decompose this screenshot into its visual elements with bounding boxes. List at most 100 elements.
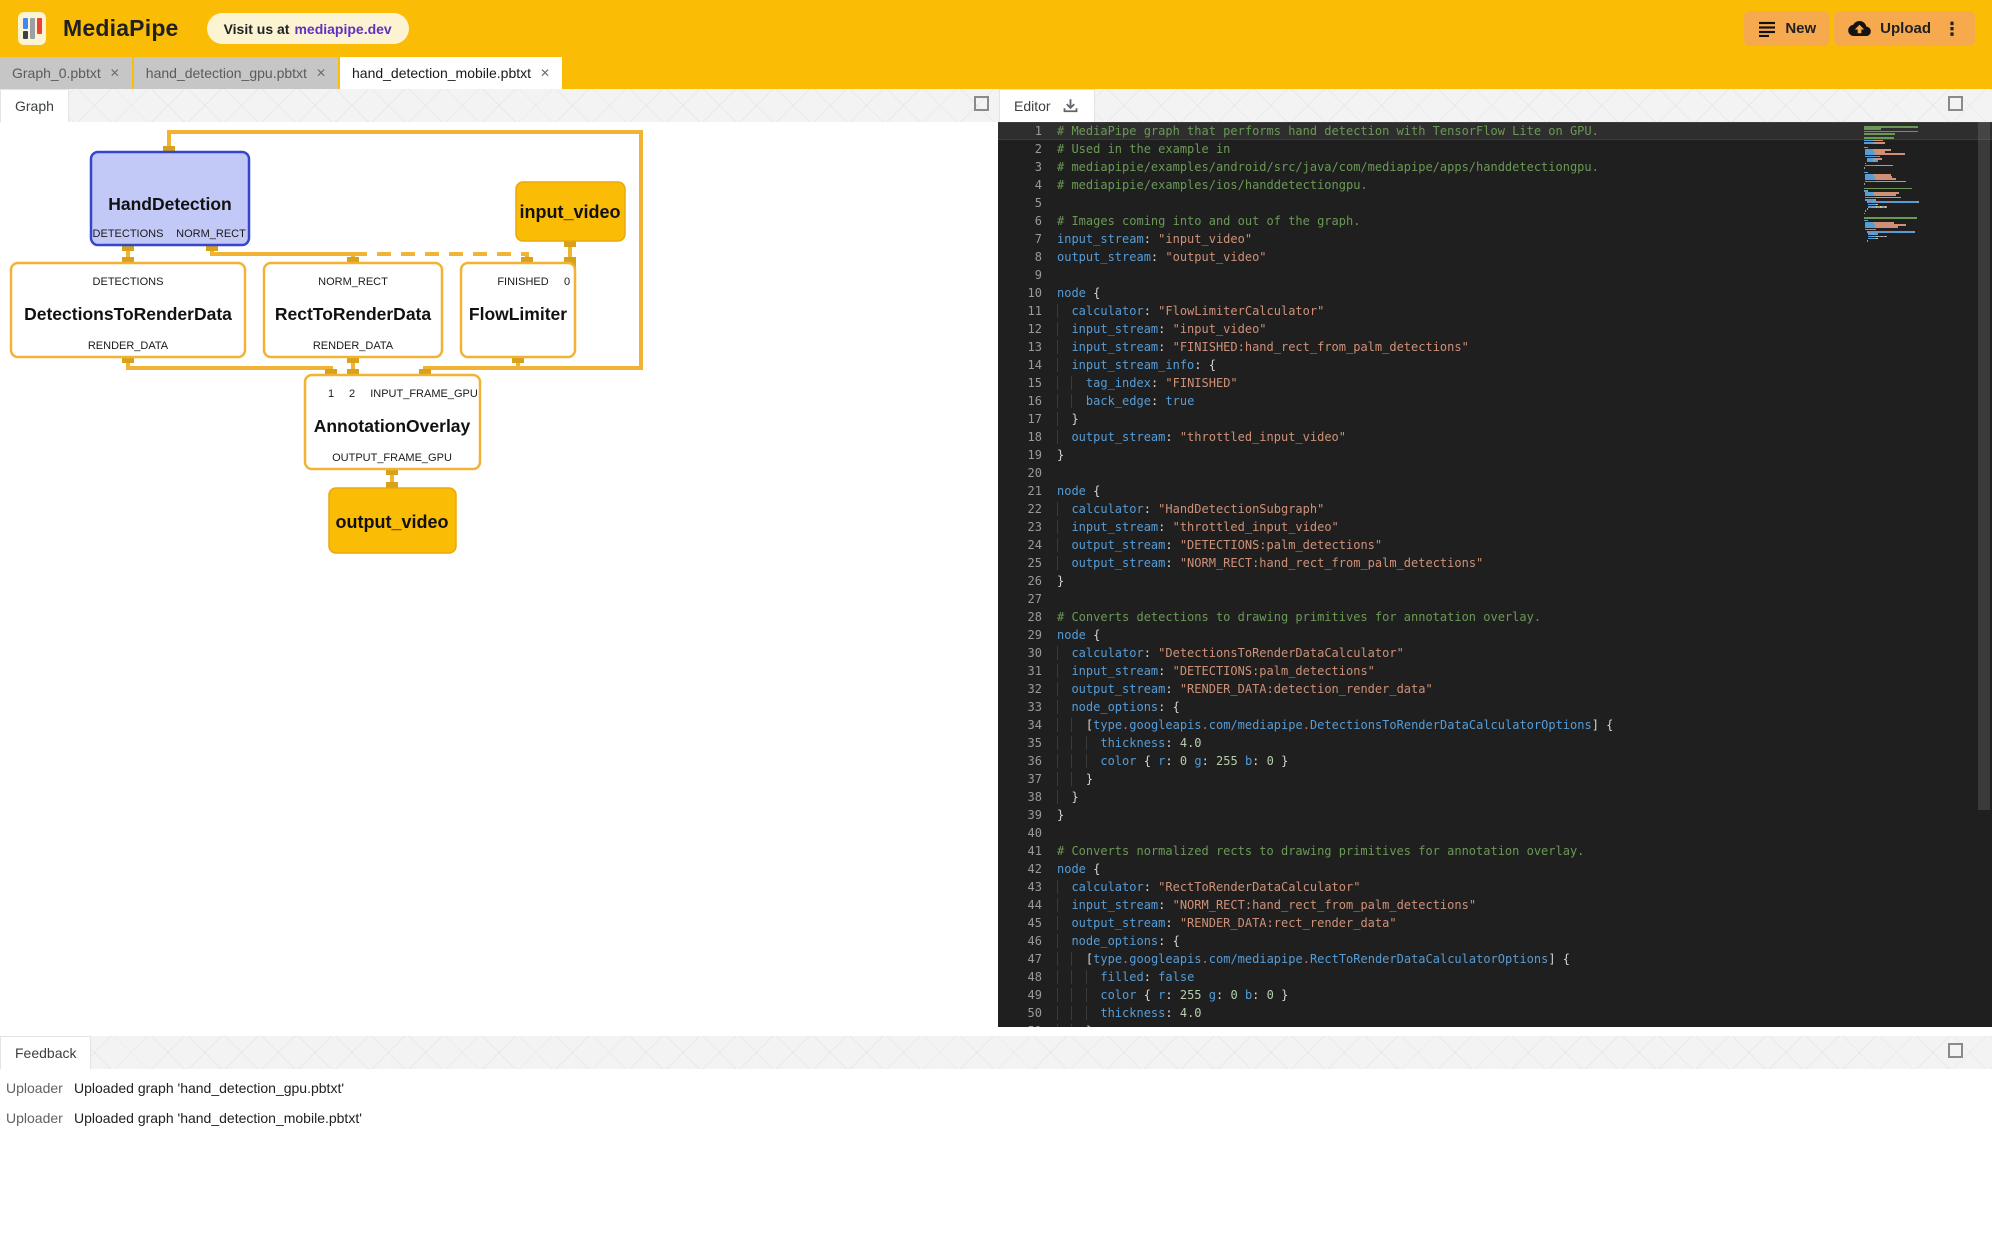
code-line[interactable]: 8output_stream: "output_video" xyxy=(998,248,1992,266)
code-line[interactable]: 27 xyxy=(998,590,1992,608)
code-line[interactable]: 17 } xyxy=(998,410,1992,428)
edge-backedge-dashed xyxy=(353,254,527,263)
line-number: 48 xyxy=(998,968,1042,986)
line-number: 44 xyxy=(998,896,1042,914)
editor-minimap[interactable] xyxy=(1864,126,1944,242)
code-line[interactable]: 9 xyxy=(998,266,1992,284)
code-line[interactable]: 14 input_stream_info: { xyxy=(998,356,1992,374)
code-line[interactable]: 38 } xyxy=(998,788,1992,806)
node-flow-limiter[interactable]: FINISHED 0 FlowLimiter xyxy=(461,263,575,357)
tab-graph[interactable]: Graph xyxy=(0,89,69,122)
code-line[interactable]: 40 xyxy=(998,824,1992,842)
line-number: 25 xyxy=(998,554,1042,572)
code-line[interactable]: 49 color { r: 255 g: 0 b: 0 } xyxy=(998,986,1992,1004)
node-rect-to-render-data[interactable]: NORM_RECT RectToRenderData RENDER_DATA xyxy=(264,263,442,357)
node-output-video[interactable]: output_video xyxy=(329,488,456,553)
file-tab-1[interactable]: hand_detection_gpu.pbtxt✕ xyxy=(134,57,338,89)
code-line[interactable]: 23 input_stream: "throttled_input_video" xyxy=(998,518,1992,536)
code-line[interactable]: 51 } xyxy=(998,1022,1992,1027)
code-line[interactable]: 19} xyxy=(998,446,1992,464)
code-line[interactable]: 18 output_stream: "throttled_input_video… xyxy=(998,428,1992,446)
file-tab-0[interactable]: Graph_0.pbtxt ✕ xyxy=(0,57,132,89)
code-line[interactable]: 47 [type.googleapis.com/mediapipe.RectTo… xyxy=(998,950,1992,968)
code-line[interactable]: 3# mediapipie/examples/android/src/java/… xyxy=(998,158,1992,176)
new-button[interactable]: New xyxy=(1744,11,1830,46)
node-input-video[interactable]: input_video xyxy=(516,182,625,241)
port-out: RENDER_DATA xyxy=(88,340,169,352)
close-tab-icon[interactable]: ✕ xyxy=(316,66,326,80)
node-title: input_video xyxy=(519,202,620,222)
code-line[interactable]: 21node { xyxy=(998,482,1992,500)
tab-editor[interactable]: Editor xyxy=(999,89,1095,122)
line-number: 15 xyxy=(998,374,1042,392)
code-line[interactable]: 1# MediaPipe graph that performs hand de… xyxy=(998,122,1992,140)
line-number: 37 xyxy=(998,770,1042,788)
code-line[interactable]: 45 output_stream: "RENDER_DATA:rect_rend… xyxy=(998,914,1992,932)
code-editor[interactable]: 1# MediaPipe graph that performs hand de… xyxy=(998,122,1992,1027)
port-in: DETECTIONS xyxy=(93,276,164,288)
code-line[interactable]: 32 output_stream: "RENDER_DATA:detection… xyxy=(998,680,1992,698)
code-line[interactable]: 43 calculator: "RectToRenderDataCalculat… xyxy=(998,878,1992,896)
code-line[interactable]: 48 filled: false xyxy=(998,968,1992,986)
code-line[interactable]: 2# Used in the example in xyxy=(998,140,1992,158)
code-line[interactable]: 10node { xyxy=(998,284,1992,302)
node-title: RectToRenderData xyxy=(275,304,432,324)
editor-tab-label: Editor xyxy=(1014,98,1051,114)
file-tab-label: Graph_0.pbtxt xyxy=(12,65,101,81)
code-line[interactable]: 28# Converts detections to drawing primi… xyxy=(998,608,1992,626)
code-line[interactable]: 4# mediapipie/examples/ios/handdetection… xyxy=(998,176,1992,194)
code-line[interactable]: 25 output_stream: "NORM_RECT:hand_rect_f… xyxy=(998,554,1992,572)
editor-popout-icon[interactable] xyxy=(1948,96,1963,111)
code-line[interactable]: 12 input_stream: "input_video" xyxy=(998,320,1992,338)
code-line[interactable]: 22 calculator: "HandDetectionSubgraph" xyxy=(998,500,1992,518)
code-line[interactable]: 42node { xyxy=(998,860,1992,878)
code-line[interactable]: 7input_stream: "input_video" xyxy=(998,230,1992,248)
graph-popout-icon[interactable] xyxy=(974,96,989,111)
code-line[interactable]: 15 tag_index: "FINISHED" xyxy=(998,374,1992,392)
line-number: 41 xyxy=(998,842,1042,860)
code-lines[interactable]: 1# MediaPipe graph that performs hand de… xyxy=(998,122,1992,1027)
code-line[interactable]: 33 node_options: { xyxy=(998,698,1992,716)
close-tab-icon[interactable]: ✕ xyxy=(110,66,120,80)
port-detections: DETECTIONS xyxy=(93,228,164,240)
file-tab-2[interactable]: hand_detection_mobile.pbtxt✕ xyxy=(340,57,562,89)
mediapipe-dev-link[interactable]: mediapipe.dev xyxy=(294,21,391,37)
cloud-upload-icon xyxy=(1848,21,1871,37)
code-line[interactable]: 31 input_stream: "DETECTIONS:palm_detect… xyxy=(998,662,1992,680)
code-line[interactable]: 13 input_stream: "FINISHED:hand_rect_fro… xyxy=(998,338,1992,356)
upload-button[interactable]: Upload ⋮ xyxy=(1834,11,1975,46)
line-number: 29 xyxy=(998,626,1042,644)
mediapipe-logo-icon xyxy=(18,12,46,45)
more-options-icon[interactable]: ⋮ xyxy=(1943,20,1961,38)
code-line[interactable]: 50 thickness: 4.0 xyxy=(998,1004,1992,1022)
code-line[interactable]: 20 xyxy=(998,464,1992,482)
editor-scrollbar[interactable] xyxy=(1978,122,1990,810)
node-detections-to-render-data[interactable]: DETECTIONS DetectionsToRenderData RENDER… xyxy=(11,263,245,357)
tab-feedback[interactable]: Feedback xyxy=(0,1036,91,1069)
close-tab-icon[interactable]: ✕ xyxy=(540,66,550,80)
code-line[interactable]: 36 color { r: 0 g: 255 b: 0 } xyxy=(998,752,1992,770)
code-line[interactable]: 5 xyxy=(998,194,1992,212)
code-line[interactable]: 30 calculator: "DetectionsToRenderDataCa… xyxy=(998,644,1992,662)
code-line[interactable]: 41# Converts normalized rects to drawing… xyxy=(998,842,1992,860)
code-line[interactable]: 29node { xyxy=(998,626,1992,644)
code-line[interactable]: 34 [type.googleapis.com/mediapipe.Detect… xyxy=(998,716,1992,734)
code-line[interactable]: 6# Images coming into and out of the gra… xyxy=(998,212,1992,230)
code-line[interactable]: 46 node_options: { xyxy=(998,932,1992,950)
code-line[interactable]: 44 input_stream: "NORM_RECT:hand_rect_fr… xyxy=(998,896,1992,914)
code-line[interactable]: 24 output_stream: "DETECTIONS:palm_detec… xyxy=(998,536,1992,554)
node-hand-detection[interactable]: HandDetection DETECTIONS NORM_RECT xyxy=(91,152,249,245)
node-annotation-overlay[interactable]: 1 2 INPUT_FRAME_GPU AnnotationOverlay OU… xyxy=(305,375,480,469)
feedback-popout-icon[interactable] xyxy=(1948,1043,1963,1058)
code-line[interactable]: 26} xyxy=(998,572,1992,590)
node-title: HandDetection xyxy=(108,194,231,214)
code-line[interactable]: 16 back_edge: true xyxy=(998,392,1992,410)
graph-canvas[interactable]: HandDetection DETECTIONS NORM_RECT input… xyxy=(0,122,995,1036)
line-number: 32 xyxy=(998,680,1042,698)
download-icon[interactable] xyxy=(1061,97,1080,115)
code-line[interactable]: 39} xyxy=(998,806,1992,824)
code-line[interactable]: 11 calculator: "FlowLimiterCalculator" xyxy=(998,302,1992,320)
code-line[interactable]: 35 thickness: 4.0 xyxy=(998,734,1992,752)
code-line[interactable]: 37 } xyxy=(998,770,1992,788)
port-in: NORM_RECT xyxy=(318,276,388,288)
